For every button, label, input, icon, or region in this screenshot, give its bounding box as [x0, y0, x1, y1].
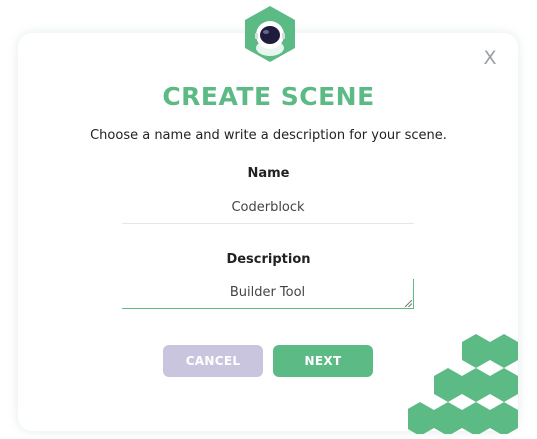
hexagon-decoration-icon	[408, 334, 518, 434]
description-label: Description	[226, 252, 311, 267]
resize-handle-icon[interactable]	[405, 300, 412, 307]
cancel-button[interactable]: CANCEL	[163, 345, 263, 377]
close-icon[interactable]: X	[478, 46, 502, 70]
name-input[interactable]: Coderblock	[122, 197, 414, 224]
dialog-subtitle: Choose a name and write a description fo…	[90, 128, 447, 143]
dialog-title: CREATE SCENE	[162, 82, 375, 111]
name-label: Name	[247, 166, 290, 181]
description-text: Builder Tool	[229, 285, 306, 300]
description-textarea[interactable]: Builder Tool	[122, 279, 414, 309]
astronaut-logo-icon	[241, 4, 299, 64]
next-button[interactable]: NEXT	[273, 345, 373, 377]
